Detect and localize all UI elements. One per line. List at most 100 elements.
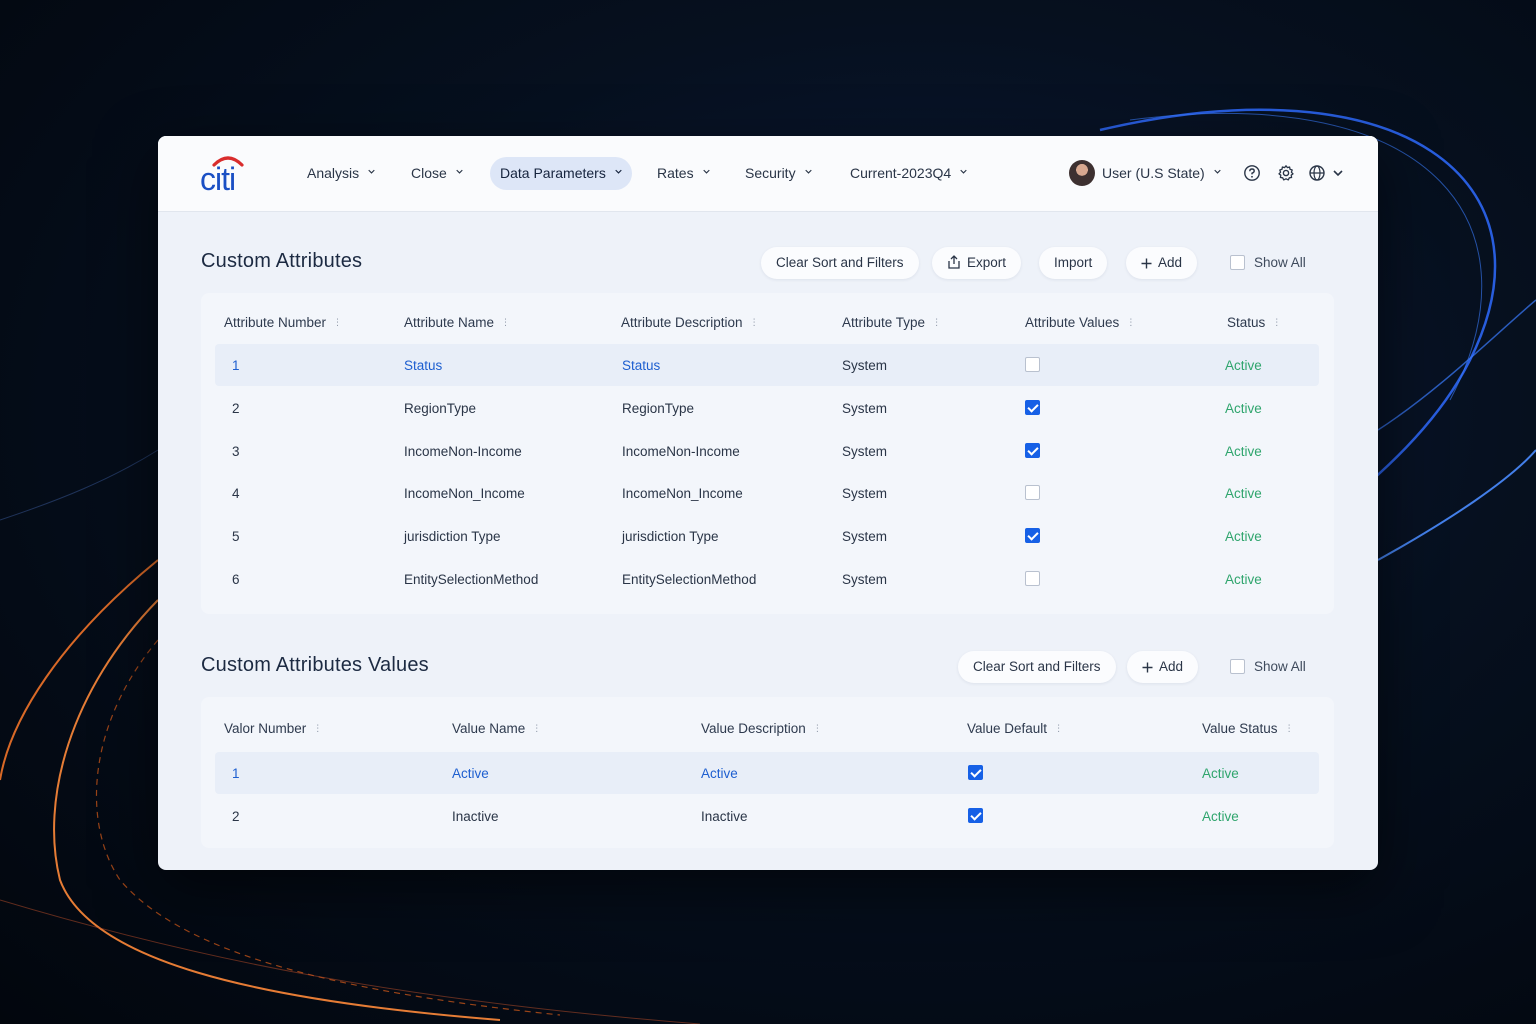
cell-attribute-name: RegionType	[404, 401, 477, 416]
plus-icon	[1142, 662, 1153, 673]
chevron-down-icon[interactable]	[1332, 164, 1344, 182]
cell-status: Active	[1225, 529, 1262, 544]
show-all-label: Show All	[1254, 255, 1306, 270]
button-label: Add	[1158, 255, 1183, 270]
column-header-valor-number[interactable]: Valor Number ⋮	[224, 721, 322, 736]
table-row[interactable]: 2 Inactive Inactive Active	[215, 795, 1319, 837]
value-default-checkbox[interactable]	[968, 808, 983, 823]
sort-icon: ⋮	[532, 723, 541, 733]
table-row[interactable]: 1 Status Status System Active	[215, 344, 1319, 386]
column-header-value-status[interactable]: Value Status ⋮	[1202, 721, 1294, 736]
sort-icon: ⋮	[333, 317, 342, 327]
cell-attribute-type: System	[842, 486, 888, 501]
cell-attribute-values[interactable]	[1025, 400, 1040, 415]
nav-security[interactable]: Security	[735, 157, 822, 190]
cell-attribute-values[interactable]	[1025, 357, 1040, 372]
user-menu[interactable]: User (U.S State)	[1102, 157, 1221, 190]
show-all-toggle[interactable]: Show All	[1230, 659, 1306, 674]
chevron-down-icon	[368, 169, 375, 174]
table-row[interactable]: 4 IncomeNon_Income IncomeNon_Income Syst…	[215, 472, 1319, 514]
sort-icon: ⋮	[1272, 317, 1281, 327]
nav-data-parameters[interactable]: Data Parameters	[490, 157, 632, 190]
help-icon[interactable]	[1243, 164, 1261, 182]
cell-value-description: Inactive	[701, 809, 748, 824]
chevron-down-icon	[702, 169, 710, 174]
export-button[interactable]: Export	[932, 247, 1022, 279]
show-all-toggle[interactable]: Show All	[1230, 255, 1306, 270]
cell-value-default[interactable]	[968, 765, 983, 780]
add-attribute-button[interactable]: Add	[1126, 247, 1198, 279]
cell-attribute-number[interactable]: 1	[232, 358, 240, 373]
cell-attribute-description: IncomeNon-Income	[622, 444, 740, 459]
button-label: Clear Sort and Filters	[973, 659, 1101, 674]
attribute-values-checkbox[interactable]	[1025, 357, 1040, 372]
column-header-value-description[interactable]: Value Description ⋮	[701, 721, 822, 736]
cell-value-description[interactable]: Active	[701, 766, 738, 781]
sort-icon: ⋮	[812, 723, 822, 733]
cell-value-name[interactable]: Active	[452, 766, 489, 781]
clear-sort-filters-button[interactable]: Clear Sort and Filters	[761, 247, 919, 279]
attribute-values-checkbox[interactable]	[1025, 571, 1040, 586]
column-header-attribute-description[interactable]: Attribute Description ⋮	[621, 315, 759, 330]
cell-status: Active	[1225, 444, 1262, 459]
cell-attribute-number: 5	[232, 529, 240, 544]
custom-attributes-title: Custom Attributes	[201, 250, 363, 272]
value-default-checkbox[interactable]	[968, 765, 983, 780]
user-avatar[interactable]	[1069, 160, 1095, 186]
attribute-values-checkbox[interactable]	[1025, 528, 1040, 543]
attribute-values-checkbox[interactable]	[1025, 400, 1040, 415]
table-row[interactable]: 1 Active Active Active	[215, 752, 1319, 794]
sort-icon: ⋮	[1126, 317, 1135, 327]
nav-label: Rates	[657, 165, 694, 181]
table-row[interactable]: 3 IncomeNon-Income IncomeNon-Income Syst…	[215, 430, 1319, 472]
cell-status: Active	[1225, 572, 1262, 587]
cell-attribute-name: EntitySelectionMethod	[404, 572, 539, 587]
cell-attribute-name: IncomeNon_Income	[404, 486, 525, 501]
nav-rates[interactable]: Rates	[647, 157, 720, 190]
settings-icon[interactable]	[1277, 164, 1295, 182]
import-button[interactable]: Import	[1039, 247, 1108, 279]
cell-attribute-description[interactable]: Status	[622, 358, 660, 373]
table-row[interactable]: 2 RegionType RegionType System Active	[215, 387, 1319, 429]
nav-close[interactable]: Close	[401, 157, 473, 190]
cell-attribute-values[interactable]	[1025, 485, 1040, 500]
column-header-attribute-number[interactable]: Attribute Number ⋮	[224, 315, 342, 330]
citi-logo[interactable]: citi	[200, 153, 256, 193]
cell-attribute-values[interactable]	[1025, 528, 1040, 543]
cell-attribute-type: System	[842, 444, 888, 459]
button-label: Import	[1054, 255, 1093, 270]
plus-icon	[1141, 258, 1152, 269]
column-header-attribute-type[interactable]: Attribute Type ⋮	[842, 315, 941, 330]
custom-attributes-values-title: Custom Attributes Values	[201, 654, 429, 676]
add-value-button[interactable]: Add	[1127, 651, 1199, 683]
cell-value-status: Active	[1202, 766, 1239, 781]
column-header-value-default[interactable]: Value Default ⋮	[967, 721, 1063, 736]
cell-value-status: Active	[1202, 809, 1239, 824]
table-row[interactable]: 5 jurisdiction Type jurisdiction Type Sy…	[215, 515, 1319, 557]
show-all-checkbox[interactable]	[1230, 659, 1245, 674]
globe-icon[interactable]	[1308, 164, 1326, 182]
nav-analysis[interactable]: Analysis	[297, 157, 385, 190]
cell-attribute-description: IncomeNon_Income	[622, 486, 743, 501]
column-header-attribute-name[interactable]: Attribute Name ⋮	[404, 315, 510, 330]
clear-sort-filters-button[interactable]: Clear Sort and Filters	[958, 651, 1116, 683]
cell-attribute-values[interactable]	[1025, 571, 1040, 586]
cell-attribute-number: 2	[232, 401, 240, 416]
column-header-status[interactable]: Status ⋮	[1227, 315, 1281, 330]
attribute-values-checkbox[interactable]	[1025, 485, 1040, 500]
cell-valor-number: 2	[232, 809, 240, 824]
chevron-down-icon	[1214, 169, 1221, 174]
table-row[interactable]: 6 EntitySelectionMethod EntitySelectionM…	[215, 558, 1319, 600]
nav-period-selector[interactable]: Current-2023Q4	[840, 157, 977, 190]
column-header-value-name[interactable]: Value Name ⋮	[452, 721, 541, 736]
column-header-attribute-values[interactable]: Attribute Values ⋮	[1025, 315, 1135, 330]
nav-label: Close	[411, 165, 447, 181]
cell-value-default[interactable]	[968, 808, 983, 823]
cell-attribute-name[interactable]: Status	[404, 358, 442, 373]
cell-valor-number[interactable]: 1	[232, 766, 240, 781]
attribute-values-checkbox[interactable]	[1025, 443, 1040, 458]
show-all-checkbox[interactable]	[1230, 255, 1245, 270]
cell-attribute-values[interactable]	[1025, 443, 1040, 458]
cell-attribute-description: EntitySelectionMethod	[622, 572, 757, 587]
custom-attributes-table: Attribute Number ⋮ Attribute Name ⋮ Attrib…	[201, 293, 1334, 614]
